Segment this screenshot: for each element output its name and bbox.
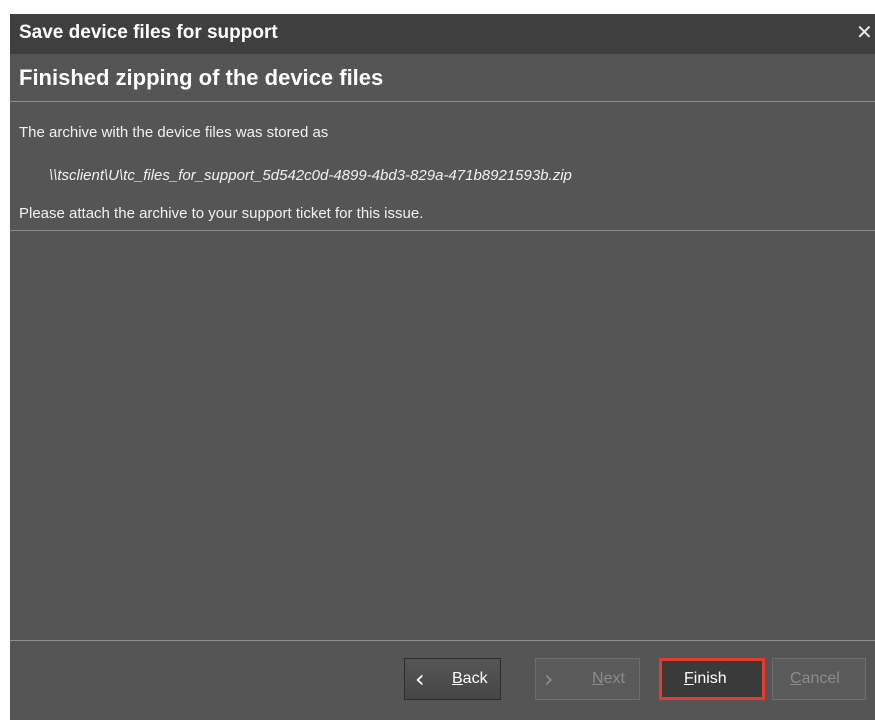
- save-device-files-dialog: Save device files for support ✕ Finished…: [10, 14, 875, 720]
- dialog-titlebar[interactable]: Save device files for support ✕: [10, 14, 875, 54]
- back-button[interactable]: ‹ Back: [404, 658, 501, 700]
- chevron-left-icon: ‹: [415, 665, 425, 693]
- archive-path-text: \\tsclient\U\tc_files_for_support_5d542c…: [49, 167, 572, 184]
- page-heading: Finished zipping of the device files: [19, 65, 384, 90]
- heading-divider: [10, 101, 875, 102]
- footer-divider: [10, 640, 875, 641]
- attach-instruction-text: Please attach the archive to your suppor…: [19, 205, 424, 222]
- next-button-label: Next: [592, 670, 625, 687]
- chevron-right-icon: ›: [544, 665, 554, 693]
- content-divider: [10, 230, 875, 231]
- cancel-button-label: Cancel: [790, 670, 840, 687]
- cancel-button[interactable]: Cancel: [772, 658, 866, 700]
- next-button[interactable]: › Next: [535, 658, 640, 700]
- close-icon[interactable]: ✕: [856, 20, 873, 44]
- back-button-label: Back: [452, 670, 488, 687]
- archive-stored-text: The archive with the device files was st…: [19, 124, 329, 141]
- finish-button-label: Finish: [684, 670, 727, 687]
- background-window-strip: [0, 0, 875, 14]
- finish-button[interactable]: Finish: [659, 658, 765, 700]
- dialog-title: Save device files for support: [19, 22, 278, 43]
